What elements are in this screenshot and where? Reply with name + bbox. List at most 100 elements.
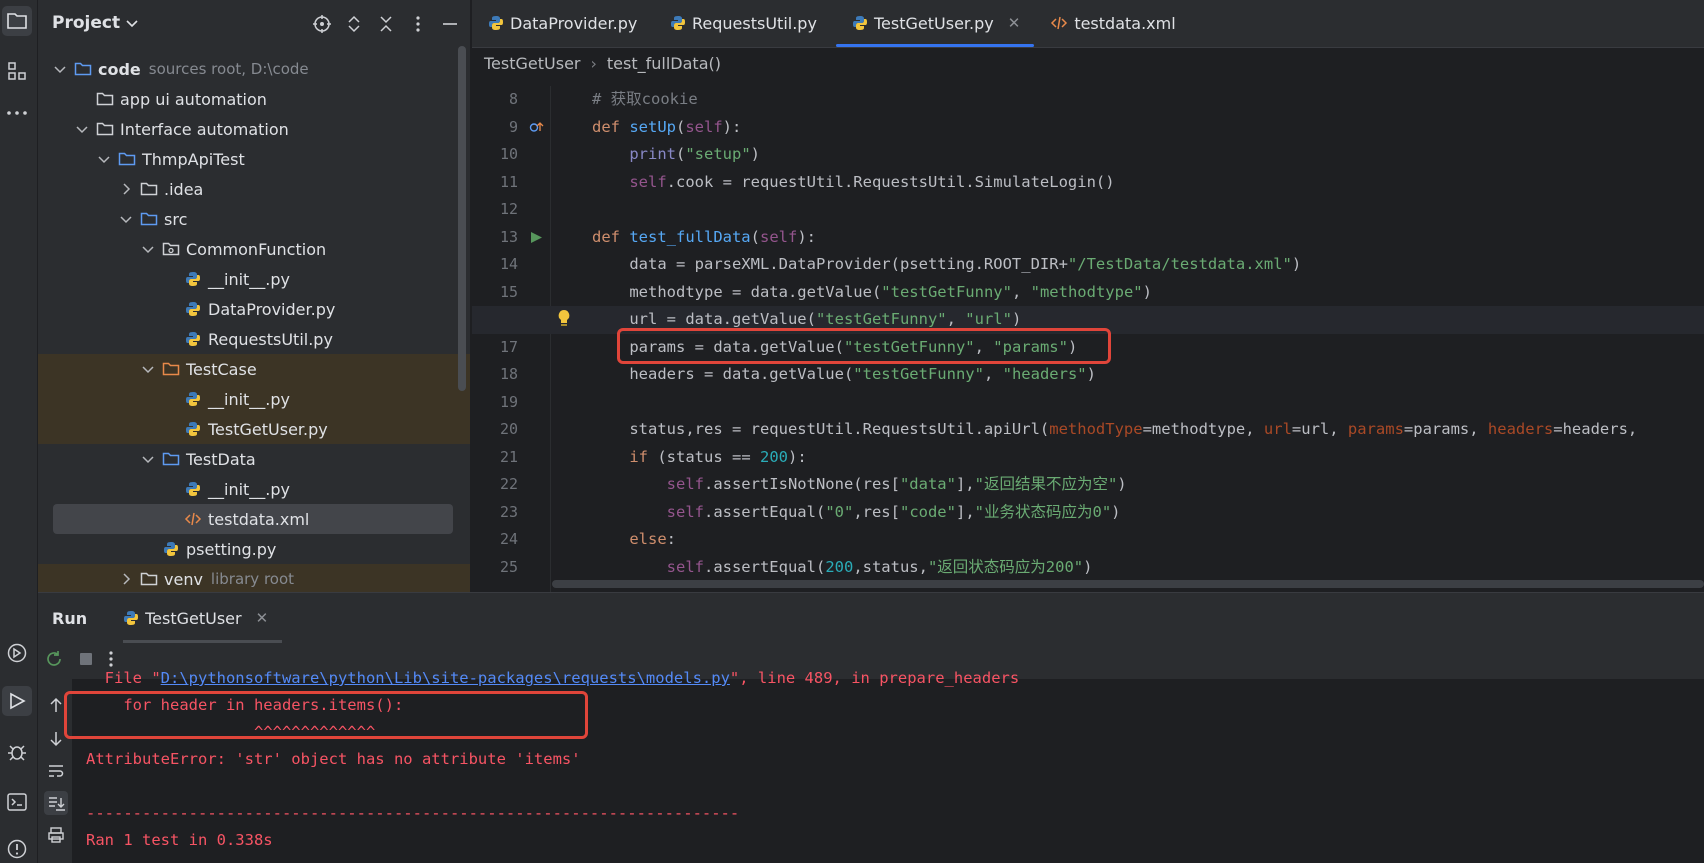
options-icon[interactable]	[406, 12, 430, 36]
problems-icon[interactable]	[2, 834, 32, 863]
editor-tab[interactable]: TestGetUser.py ✕	[836, 0, 1035, 47]
folder-icon	[96, 121, 114, 137]
tree-item[interactable]: __init__.py	[38, 384, 470, 414]
project-scrollbar[interactable]	[458, 46, 466, 391]
folder-icon	[74, 61, 92, 77]
close-icon[interactable]: ✕	[1008, 14, 1021, 32]
file-link[interactable]: D:\pythonsoftware\python\Lib\site-packag…	[161, 669, 730, 687]
tree-item[interactable]: testdata.xml	[53, 504, 453, 534]
tree-item[interactable]: app ui automation	[38, 84, 470, 114]
run-title[interactable]: Run	[52, 609, 87, 628]
tree-item[interactable]: CommonFunction	[38, 234, 470, 264]
tree-item-label: RequestsUtil.py	[208, 329, 333, 349]
editor-tab[interactable]: testdata.xml	[1034, 0, 1204, 47]
chevron-down-icon[interactable]	[140, 451, 156, 467]
tree-item[interactable]: DataProvider.py	[38, 294, 470, 324]
project-title[interactable]: Project	[52, 13, 120, 33]
breadcrumb: TestGetUser › test_fullData()	[472, 48, 1704, 78]
code-line[interactable]: # 获取cookie	[592, 86, 1704, 114]
soft-wrap-icon[interactable]	[44, 759, 68, 783]
chevron-down-icon[interactable]	[52, 61, 68, 77]
close-icon[interactable]: ✕	[256, 609, 269, 627]
code-line[interactable]: def test_fullData(self):	[592, 224, 1704, 252]
code-line[interactable]: self.cook = requestUtil.RequestsUtil.Sim…	[592, 169, 1704, 197]
run-tab[interactable]: TestGetUser ✕	[123, 593, 283, 643]
code-line[interactable]: methodtype = data.getValue("testGetFunny…	[592, 279, 1704, 307]
chevron-down-icon[interactable]	[140, 241, 156, 257]
editor-tab-label[interactable]: testdata.xml	[1074, 14, 1175, 33]
tree-item[interactable]: __init__.py	[38, 474, 470, 504]
editor-tab[interactable]: DataProvider.py	[472, 0, 654, 47]
chevron-down-icon[interactable]	[140, 361, 156, 377]
run-tab-label[interactable]: TestGetUser	[145, 609, 242, 628]
line-number: 17	[499, 337, 518, 356]
code-line[interactable]: self.assertEqual(200,status,"返回状态码应为200"…	[592, 554, 1704, 582]
chevron-right-icon[interactable]	[118, 571, 134, 587]
editor-tab-label[interactable]: TestGetUser.py	[874, 14, 994, 33]
tree-item[interactable]: code sources root, D:\code	[38, 54, 470, 84]
code-line[interactable]: self.assertEqual("0",res["code"],"业务状态码应…	[592, 499, 1704, 527]
editor-tabs: DataProvider.py RequestsUtil.py TestGetUse…	[472, 0, 1704, 48]
code-line[interactable]: def setUp(self):	[592, 114, 1704, 142]
line-number: 12	[499, 200, 518, 218]
chevron-down-icon[interactable]	[74, 121, 90, 137]
project-folder-icon[interactable]	[2, 6, 32, 36]
tree-item-label: testdata.xml	[208, 509, 310, 529]
folder-icon	[96, 91, 114, 107]
chevron-right-icon[interactable]	[118, 181, 134, 197]
tree-item[interactable]: __init__.py	[38, 264, 470, 294]
tree-item[interactable]: venv library root	[38, 564, 470, 592]
code-line[interactable]: if (status == 200):	[592, 444, 1704, 472]
tree-item[interactable]: Interface automation	[38, 114, 470, 144]
tree-item-label: __init__.py	[208, 389, 291, 409]
python-file-icon	[184, 331, 202, 347]
code-line[interactable]	[592, 389, 1704, 417]
editor-tab-label[interactable]: DataProvider.py	[510, 14, 637, 33]
breadcrumb-method[interactable]: test_fullData()	[607, 54, 721, 73]
line-number: 24	[499, 530, 518, 548]
code-line[interactable]: self.assertIsNotNone(res["data"],"返回结果不应…	[592, 471, 1704, 499]
code-line[interactable]: print("setup")	[592, 141, 1704, 169]
editor-tab[interactable]: RequestsUtil.py	[654, 0, 836, 47]
tree-item[interactable]: psetting.py	[38, 534, 470, 564]
tree-item[interactable]: TestCase	[38, 354, 470, 384]
tree-item[interactable]: src	[38, 204, 470, 234]
editor-tab-label[interactable]: RequestsUtil.py	[692, 14, 817, 33]
rerun-icon[interactable]	[44, 649, 64, 673]
editor-horizontal-scrollbar[interactable]	[552, 580, 1704, 588]
services-icon[interactable]	[2, 638, 32, 668]
tree-item[interactable]: .idea	[38, 174, 470, 204]
run-tool-icon[interactable]	[2, 686, 32, 716]
code-line[interactable]	[592, 196, 1704, 224]
lightbulb-icon[interactable]	[556, 308, 572, 334]
chevron-down-icon[interactable]	[118, 211, 134, 227]
chevron-down-icon[interactable]	[126, 13, 138, 33]
collapse-all-icon[interactable]	[374, 12, 398, 36]
code-line[interactable]: else:	[592, 526, 1704, 554]
tree-item-label: venv	[164, 569, 203, 589]
code-line-headers[interactable]: headers = data.getValue("testGetFunny", …	[592, 361, 1704, 389]
scroll-to-end-icon[interactable]	[44, 791, 68, 815]
breadcrumb-class[interactable]: TestGetUser	[484, 54, 581, 73]
hide-panel-icon[interactable]	[438, 12, 462, 36]
chevron-down-icon[interactable]	[96, 151, 112, 167]
print-icon[interactable]	[44, 823, 68, 847]
structure-icon[interactable]	[2, 56, 32, 86]
tree-item[interactable]: ThmpApiTest	[38, 144, 470, 174]
terminal-icon[interactable]	[2, 787, 32, 817]
tree-item[interactable]: RequestsUtil.py	[38, 324, 470, 354]
tree-item-hint: sources root, D:\code	[148, 60, 309, 78]
tree-item[interactable]: TestData	[38, 444, 470, 474]
expand-all-icon[interactable]	[342, 12, 366, 36]
more-tools-icon[interactable]	[2, 98, 32, 128]
code-area[interactable]: 8910111213141516171819202122232425 # 获取c…	[472, 86, 1704, 592]
debug-icon[interactable]	[2, 737, 32, 767]
line-number: 10	[499, 145, 518, 163]
code-line[interactable]: data = parseXML.DataProvider(psetting.RO…	[592, 251, 1704, 279]
chevron-right-icon: ›	[590, 53, 597, 73]
tree-item[interactable]: TestGetUser.py	[38, 414, 470, 444]
code-line[interactable]: status,res = requestUtil.RequestsUtil.ap…	[592, 416, 1704, 444]
locate-icon[interactable]	[310, 12, 334, 36]
